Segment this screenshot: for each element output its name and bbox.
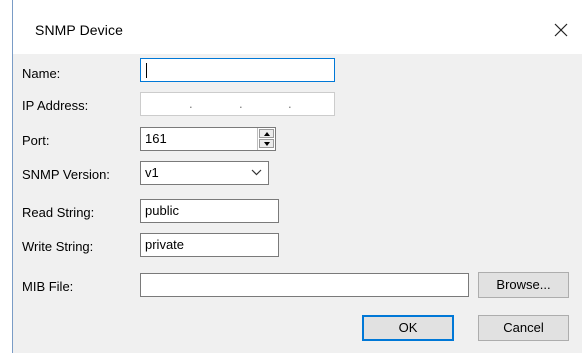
snmp-version-label: SNMP Version: bbox=[22, 167, 110, 182]
write-string-value: private bbox=[145, 237, 185, 252]
dialog-title: SNMP Device bbox=[35, 22, 123, 38]
ip-separator: . bbox=[239, 96, 243, 111]
mib-file-input[interactable] bbox=[140, 273, 469, 297]
mib-file-label: MIB File: bbox=[22, 279, 74, 294]
write-string-label: Write String: bbox=[22, 239, 94, 254]
port-value: 161 bbox=[145, 131, 167, 146]
cancel-button[interactable]: Cancel bbox=[478, 315, 569, 341]
close-button[interactable] bbox=[546, 14, 576, 44]
snmp-version-selected: v1 bbox=[145, 165, 159, 180]
snmp-device-dialog: SNMP Device Name: IP Address: . . . Port… bbox=[0, 0, 582, 353]
read-string-input[interactable]: public bbox=[140, 199, 279, 223]
port-decrement-button[interactable] bbox=[259, 139, 274, 148]
close-icon bbox=[554, 23, 568, 37]
name-input[interactable] bbox=[140, 58, 335, 82]
ip-address-label: IP Address: bbox=[22, 98, 89, 113]
ok-button[interactable]: OK bbox=[362, 315, 454, 341]
dialog-body: Name: IP Address: . . . Port: 161 SNMP V… bbox=[13, 54, 582, 353]
snmp-version-dropdown[interactable]: v1 bbox=[140, 161, 269, 185]
port-stepper[interactable]: 161 bbox=[140, 127, 276, 151]
chevron-down-icon bbox=[251, 169, 262, 176]
read-string-label: Read String: bbox=[22, 205, 95, 220]
title-bar[interactable]: SNMP Device bbox=[13, 0, 582, 54]
port-increment-button[interactable] bbox=[259, 129, 274, 138]
write-string-input[interactable]: private bbox=[140, 233, 279, 257]
ip-separator: . bbox=[288, 96, 292, 111]
chevron-down-icon bbox=[264, 142, 270, 146]
name-label: Name: bbox=[22, 66, 61, 81]
text-caret bbox=[146, 63, 147, 78]
read-string-value: public bbox=[145, 203, 179, 218]
port-spinner bbox=[257, 128, 275, 150]
browse-button[interactable]: Browse... bbox=[478, 272, 569, 298]
ip-separator: . bbox=[189, 96, 193, 111]
ip-address-input[interactable]: . . . bbox=[140, 92, 335, 116]
chevron-up-icon bbox=[264, 132, 270, 136]
port-label: Port: bbox=[22, 133, 50, 148]
